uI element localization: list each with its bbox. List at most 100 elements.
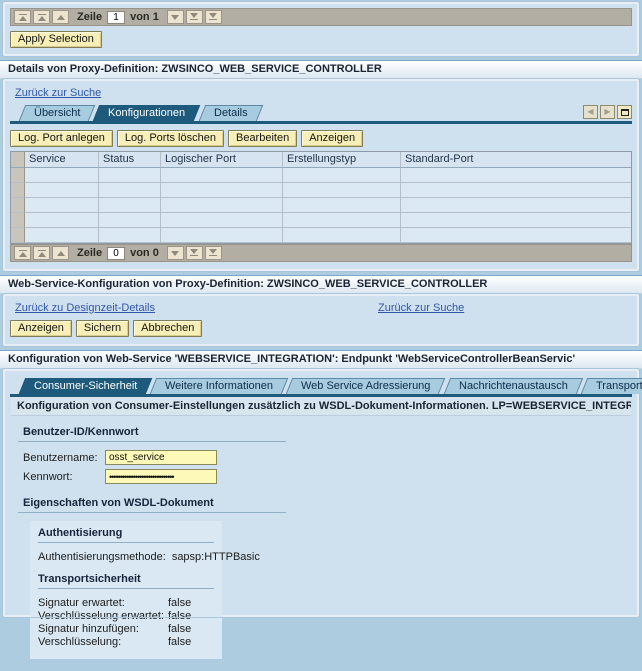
back-to-search-link[interactable]: Zurück zur Suche xyxy=(15,87,101,99)
first-row-icon xyxy=(19,250,27,251)
signature-expected-label: Signatur erwartet: xyxy=(38,597,168,609)
tab-transporteinstellungen[interactable]: Transporteinstellungen xyxy=(580,378,642,394)
page: Zeile von 1 Apply Selection Details von … xyxy=(0,0,642,564)
row-down-icon xyxy=(171,15,179,20)
tab-consumer-sicherheit[interactable]: Consumer-Sicherheit xyxy=(19,378,153,394)
table-row[interactable] xyxy=(11,198,631,213)
row-select-cell[interactable] xyxy=(11,168,25,183)
encryption-expected-value: false xyxy=(168,610,191,622)
apply-selection-button[interactable]: Apply Selection xyxy=(10,31,102,48)
row-select-cell[interactable] xyxy=(11,213,25,228)
tab-uebersicht[interactable]: Übersicht xyxy=(19,105,96,121)
selection-pager: Zeile von 1 xyxy=(10,8,632,26)
select-all-cell[interactable] xyxy=(11,152,25,168)
table-row[interactable] xyxy=(11,183,631,198)
table-row[interactable] xyxy=(11,168,631,183)
delete-log-ports-button[interactable]: Log. Ports löschen xyxy=(117,130,224,147)
tab-nachrichtenaustausch[interactable]: Nachrichtenaustausch xyxy=(444,378,583,394)
last-row-button[interactable] xyxy=(205,246,222,260)
pager-of-label: von 0 xyxy=(130,247,159,259)
proxy-details-panel: Zurück zur Suche Übersicht Konfiguration… xyxy=(3,79,639,271)
edit-button[interactable]: Bearbeiten xyxy=(228,130,297,147)
page-up-icon xyxy=(38,250,46,251)
encryption-value: false xyxy=(168,636,191,648)
first-row-icon xyxy=(19,14,27,15)
pager-row-label: Zeile xyxy=(77,11,102,23)
column-logischer-port[interactable]: Logischer Port xyxy=(161,152,283,168)
credentials-rule xyxy=(18,441,286,442)
tab-konfigurationen[interactable]: Konfigurationen xyxy=(93,105,201,121)
ws-config-panel: Zurück zu Designzeit-Details Zurück zur … xyxy=(3,294,639,346)
display-button[interactable]: Anzeigen xyxy=(301,130,363,147)
row-select-cell[interactable] xyxy=(11,228,25,243)
column-standard-port[interactable]: Standard-Port xyxy=(401,152,631,168)
selection-panel: Zeile von 1 Apply Selection xyxy=(3,2,639,56)
table-row[interactable] xyxy=(11,213,631,228)
username-label: Benutzername: xyxy=(23,452,105,464)
endpoint-config-panel: Consumer-Sicherheit Weitere Informatione… xyxy=(3,369,639,617)
table-pager: Zeile von 0 xyxy=(10,244,632,262)
row-select-cell[interactable] xyxy=(11,198,25,213)
last-row-icon xyxy=(209,13,217,18)
cancel-button[interactable]: Abbrechen xyxy=(133,320,202,337)
pager-row-label: Zeile xyxy=(77,247,102,259)
signature-expected-value: false xyxy=(168,597,191,609)
page-down-icon xyxy=(190,13,198,18)
tab-web-service-adressierung[interactable]: Web Service Adressierung xyxy=(286,378,446,394)
row-up-button[interactable] xyxy=(52,10,69,24)
tab-scroll-left-button[interactable]: ◀ xyxy=(583,105,598,119)
save-button[interactable]: Sichern xyxy=(76,320,129,337)
wsdl-properties-box: Authentisierung Authentisierungsmethode:… xyxy=(30,521,222,659)
last-row-button[interactable] xyxy=(205,10,222,24)
row-down-button[interactable] xyxy=(167,246,184,260)
encryption-expected-label: Verschlüsselung erwartet: xyxy=(38,610,168,622)
page-up-button[interactable] xyxy=(33,10,50,24)
wsdl-properties-rule xyxy=(18,512,286,513)
auth-method-value: sapsp:HTTPBasic xyxy=(172,551,260,563)
tab-weitere-informationen[interactable]: Weitere Informationen xyxy=(150,378,288,394)
wsdl-properties-heading: Eigenschaften von WSDL-Dokument xyxy=(18,497,624,509)
detach-window-button[interactable] xyxy=(617,105,632,119)
encryption-label: Verschlüsselung: xyxy=(38,636,168,648)
page-down-icon xyxy=(190,249,198,254)
page-down-button[interactable] xyxy=(186,10,203,24)
property-row: Signatur erwartet: false xyxy=(38,597,214,609)
endpoint-tabstrip: Consumer-Sicherheit Weitere Informatione… xyxy=(10,378,632,397)
transport-security-heading: Transportsicherheit xyxy=(38,573,214,585)
property-row: Verschlüsselung erwartet: false xyxy=(38,610,214,622)
endpoint-config-title: Konfiguration von Web-Service 'WEBSERVIC… xyxy=(0,350,642,369)
proxy-details-tabstrip: Übersicht Konfigurationen Details ◀ ▶ xyxy=(10,105,632,124)
pager-row-input[interactable] xyxy=(107,11,125,24)
back-to-search-link[interactable]: Zurück zur Suche xyxy=(378,302,464,314)
add-signature-value: false xyxy=(168,623,191,635)
tab-details[interactable]: Details xyxy=(198,105,262,121)
tab-scroll-right-button[interactable]: ▶ xyxy=(600,105,615,119)
column-service[interactable]: Service xyxy=(25,152,99,168)
password-field[interactable] xyxy=(105,469,217,484)
password-label: Kennwort: xyxy=(23,471,105,483)
table-row[interactable] xyxy=(11,228,631,243)
credentials-heading: Benutzer-ID/Kennwort xyxy=(18,426,624,438)
proxy-details-title: Details von Proxy-Definition: ZWSINCO_WE… xyxy=(0,60,642,79)
ws-config-title: Web-Service-Konfiguration von Proxy-Defi… xyxy=(0,275,642,294)
column-status[interactable]: Status xyxy=(99,152,161,168)
display-button[interactable]: Anzeigen xyxy=(10,320,72,337)
first-row-button[interactable] xyxy=(14,246,31,260)
property-row: Signatur hinzufügen: false xyxy=(38,623,214,635)
username-field[interactable] xyxy=(105,450,217,465)
property-row: Verschlüsselung: false xyxy=(38,636,214,648)
auth-method-label: Authentisierungsmethode: xyxy=(38,551,166,563)
add-signature-label: Signatur hinzufügen: xyxy=(38,623,168,635)
row-down-button[interactable] xyxy=(167,10,184,24)
row-select-cell[interactable] xyxy=(11,183,25,198)
designtime-details-link[interactable]: Zurück zu Designzeit-Details xyxy=(15,302,155,314)
first-row-button[interactable] xyxy=(14,10,31,24)
table-header-row: Service Status Logischer Port Erstellung… xyxy=(11,152,631,168)
create-log-port-button[interactable]: Log. Port anlegen xyxy=(10,130,113,147)
row-up-button[interactable] xyxy=(52,246,69,260)
consumer-settings-info: Konfiguration von Consumer-Einstellungen… xyxy=(11,397,631,416)
column-erstellungstyp[interactable]: Erstellungstyp xyxy=(283,152,401,168)
pager-row-input[interactable] xyxy=(107,247,125,260)
page-down-button[interactable] xyxy=(186,246,203,260)
page-up-button[interactable] xyxy=(33,246,50,260)
